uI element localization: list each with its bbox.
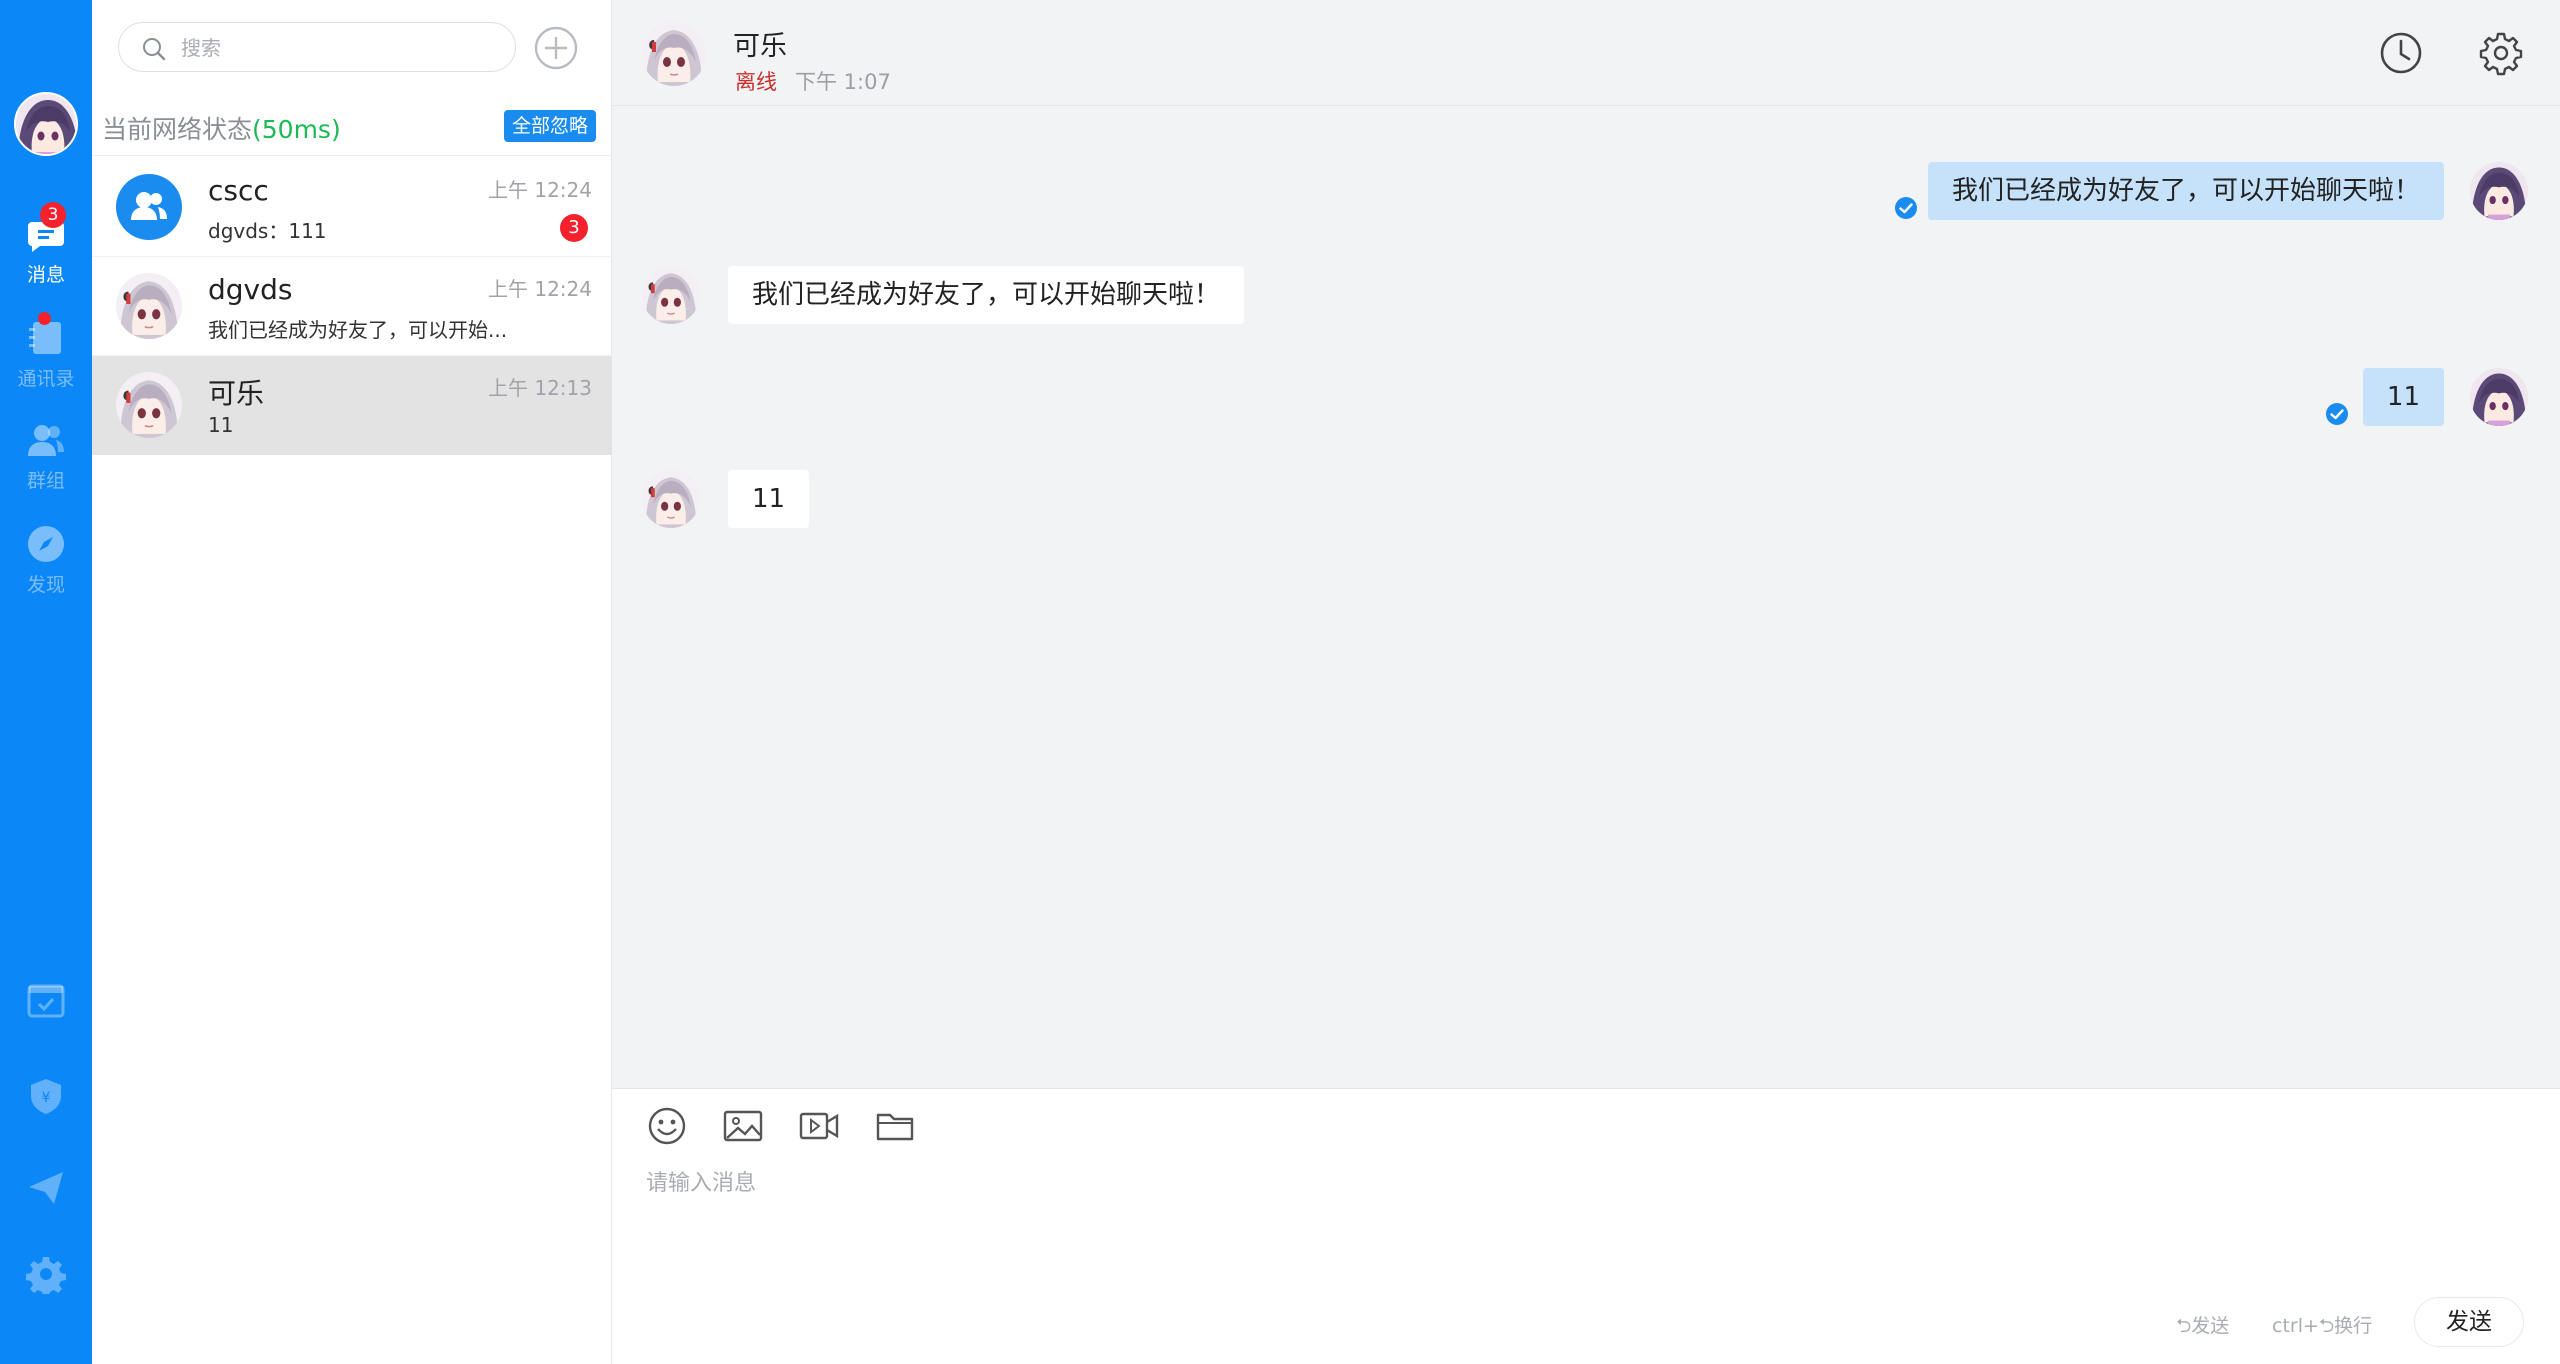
nav-item-label: 消息: [26, 264, 65, 286]
group-icon: [28, 425, 64, 456]
conversation-item[interactable]: dgvds 上午 12:24 我们已经成为好友了，可以开始...: [92, 257, 612, 356]
nav-item-label: 通讯录: [17, 368, 75, 390]
conversation-name: 可乐: [208, 377, 265, 410]
search-box: [118, 22, 516, 72]
nav-item-contacts[interactable]: 通讯录: [0, 312, 92, 408]
conversation-time: 上午 12:24: [488, 178, 592, 202]
nav-item-messages[interactable]: 3 消息: [0, 202, 92, 304]
message-bubble-outgoing[interactable]: 11: [2362, 368, 2444, 426]
nav-item-groups[interactable]: 群组: [0, 420, 92, 510]
unread-badge: 3: [560, 214, 588, 242]
message-input[interactable]: [646, 1165, 2526, 1285]
my-avatar: [2470, 368, 2528, 426]
chat-header: 可乐 离线 下午 1:07: [612, 0, 2560, 106]
contact-status: 离线: [735, 70, 777, 94]
history-clock-icon[interactable]: [2378, 30, 2424, 76]
messages-badge: 3: [40, 202, 66, 228]
my-avatar: [2470, 162, 2528, 220]
contacts-dot: [38, 312, 51, 325]
send-icon[interactable]: [26, 1168, 66, 1208]
compass-icon: [28, 526, 64, 562]
nav-item-label: 群组: [26, 470, 65, 492]
ignore-all-button[interactable]: 全部忽略: [504, 110, 597, 142]
message-bubble-outgoing[interactable]: 我们已经成为好友了，可以开始聊天啦！: [1927, 162, 2444, 220]
user-avatar[interactable]: [14, 92, 78, 156]
anime-avatar: [116, 273, 182, 339]
message-composer: ⮌发送 ctrl+⮌换行 发送: [612, 1088, 2560, 1364]
group-icon: [131, 192, 167, 220]
conversation-list-pane: 当前网络状态(50ms) 全部忽略 cscc 上午 12:24 dgvds：11…: [92, 0, 612, 1364]
add-button[interactable]: [534, 26, 578, 70]
conversation-time: 上午 12:24: [488, 277, 592, 301]
send-shortcut-hint: ⮌发送: [2176, 1315, 2230, 1337]
conversation-item[interactable]: cscc 上午 12:24 dgvds：111 3: [92, 158, 612, 257]
network-status-bar: 当前网络状态(50ms) 全部忽略: [92, 100, 612, 156]
shield-icon[interactable]: ¥: [26, 1076, 66, 1116]
conversation-item-selected[interactable]: 可乐 上午 12:13 11: [92, 356, 612, 455]
network-status-label: 当前网络状态(50ms): [102, 115, 341, 144]
image-icon[interactable]: [722, 1105, 764, 1147]
message-bubble-incoming[interactable]: 11: [728, 470, 810, 528]
conversation-name: cscc: [208, 174, 269, 207]
settings-gear-icon[interactable]: [2478, 30, 2524, 76]
anime-avatar: [116, 372, 182, 438]
emoji-icon[interactable]: [646, 1105, 688, 1147]
read-check-icon: [2325, 402, 2349, 426]
contact-avatar[interactable]: [642, 22, 706, 86]
svg-text:¥: ¥: [42, 1090, 51, 1106]
send-button[interactable]: 发送: [2414, 1297, 2524, 1347]
last-seen-time: 下午 1:07: [795, 70, 891, 94]
network-latency: (50ms): [252, 115, 341, 144]
message-bubble-incoming[interactable]: 我们已经成为好友了，可以开始聊天啦！: [728, 266, 1245, 324]
nav-rail: 3 消息 通讯录 群组 发现 ¥: [0, 0, 92, 1364]
video-icon[interactable]: [798, 1105, 840, 1147]
folder-icon[interactable]: [874, 1105, 916, 1147]
conversation-name: dgvds: [208, 273, 293, 306]
group-avatar: [116, 174, 182, 240]
newline-shortcut-hint: ctrl+⮌换行: [2272, 1315, 2373, 1337]
contact-name: 可乐: [733, 31, 787, 62]
chat-pane: 可乐 离线 下午 1:07 我们已经成为好友了，可以开始聊天啦！ 我们已经成为好…: [612, 0, 2560, 1364]
nav-item-discover[interactable]: 发现: [0, 524, 92, 614]
conversation-preview: dgvds：111: [208, 219, 327, 243]
conversation-preview: 我们已经成为好友了，可以开始...: [208, 318, 508, 342]
calendar-icon[interactable]: [26, 980, 66, 1020]
gear-icon[interactable]: [26, 1254, 66, 1294]
search-input[interactable]: [181, 33, 501, 63]
conversation-time: 上午 12:13: [488, 376, 592, 400]
contact-avatar: [642, 266, 700, 324]
nav-item-label: 发现: [26, 574, 65, 596]
conversation-preview: 11: [208, 413, 234, 437]
read-check-icon: [1894, 196, 1918, 220]
contact-avatar: [642, 470, 700, 528]
search-icon: [143, 38, 166, 61]
